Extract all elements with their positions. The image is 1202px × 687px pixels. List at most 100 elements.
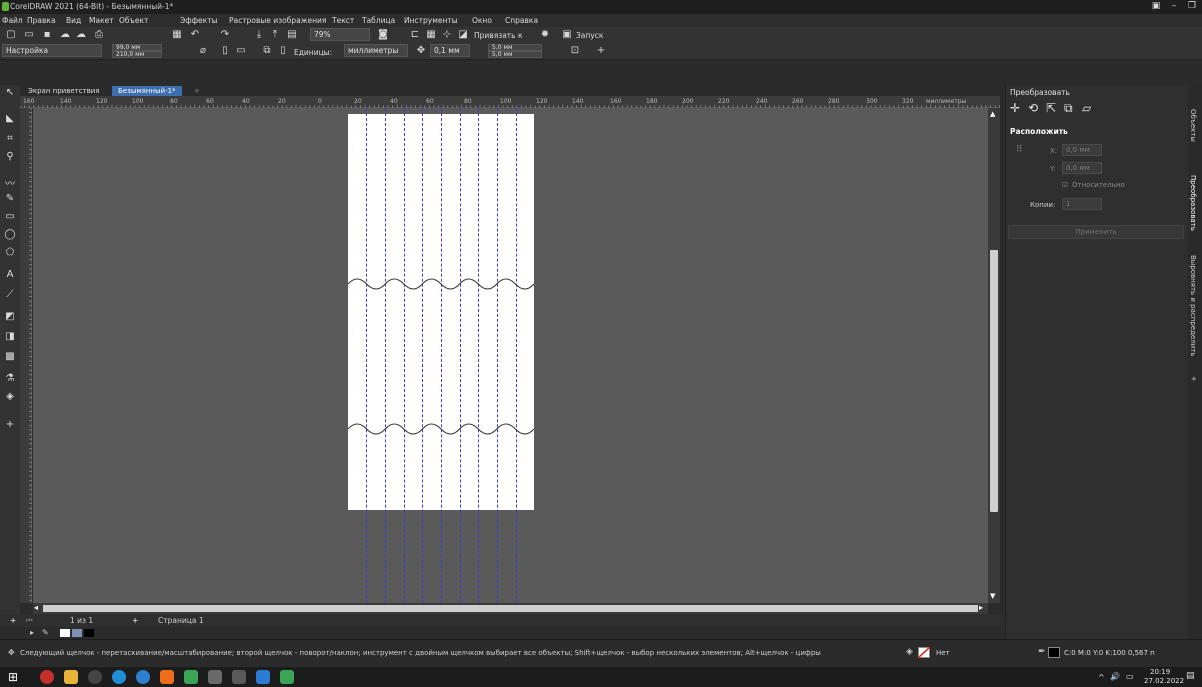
add-page-icon[interactable]: + — [10, 616, 16, 625]
snap-icon[interactable]: ◪ — [456, 28, 470, 42]
horizontal-ruler[interactable]: 160 140 120 100 80 60 40 20 0 20 40 60 8… — [20, 96, 1000, 108]
horizontal-scroll-thumb[interactable] — [43, 605, 978, 612]
nudge-distance-field[interactable]: 0,1 мм — [430, 44, 470, 57]
minimize-icon[interactable]: – — [1166, 1, 1182, 11]
text-tool-icon[interactable]: A — [3, 269, 17, 283]
menu-bitmaps[interactable]: Растровые изображения — [229, 16, 326, 25]
duplicate-y-field[interactable]: 5,0 мм — [488, 51, 542, 58]
full-screen-icon[interactable]: ◙ — [376, 28, 390, 42]
chrome-icon[interactable] — [88, 670, 102, 684]
wavy-line[interactable] — [348, 423, 534, 435]
tab-document[interactable]: Безымянный-1* — [112, 86, 182, 96]
scroll-right-icon[interactable]: ▸ — [979, 603, 983, 612]
cloud-sync-icon[interactable]: ☁ — [74, 28, 88, 42]
menu-effects[interactable]: Эффекты — [180, 16, 218, 25]
wavy-line[interactable] — [348, 278, 534, 290]
start-icon[interactable]: ⊞ — [8, 670, 18, 684]
window-menu-icon[interactable]: ▣ — [1148, 1, 1164, 11]
menu-file[interactable]: Файл — [2, 16, 23, 25]
y-position-field[interactable]: 0,0 мм — [1062, 162, 1102, 174]
tab-welcome[interactable]: Экран приветствия — [22, 86, 106, 96]
page-width-field[interactable]: 99,0 мм — [112, 44, 162, 51]
new-icon[interactable]: ▢ — [4, 28, 18, 42]
cloud-icon[interactable]: ☁ — [58, 28, 72, 42]
skew-icon[interactable]: ▱ — [1082, 101, 1091, 115]
paste-icon[interactable]: ▦ — [170, 28, 184, 42]
edge-icon[interactable] — [112, 670, 126, 684]
pdf-icon[interactable]: ▤ — [285, 28, 299, 42]
clock-date[interactable]: 27.02.2022 — [1144, 677, 1184, 685]
page-size-icon[interactable]: ⌀ — [196, 44, 210, 58]
menu-edit[interactable]: Правка — [27, 16, 56, 25]
size-icon[interactable]: ⧉ — [1064, 101, 1073, 116]
open-icon[interactable]: ▭ — [22, 28, 36, 42]
undo-icon[interactable]: ↶ — [188, 28, 202, 42]
vscode-icon[interactable] — [256, 670, 270, 684]
eyedropper-tool-icon[interactable]: ⚗ — [3, 373, 17, 387]
scroll-left-icon[interactable]: ◂ — [34, 603, 38, 612]
color-swatch[interactable] — [84, 629, 94, 637]
file-explorer-icon[interactable] — [64, 670, 78, 684]
redo-icon[interactable]: ↷ — [218, 28, 232, 42]
scroll-up-icon[interactable]: ▲ — [990, 110, 995, 118]
all-pages-icon[interactable]: ⧉ — [260, 44, 274, 58]
scale-mirror-icon[interactable]: ⇱ — [1046, 101, 1056, 115]
no-fill-swatch[interactable] — [918, 647, 930, 658]
app-icon[interactable] — [232, 670, 246, 684]
menu-text[interactable]: Текст — [332, 16, 354, 25]
zoom-level-box[interactable]: 79% — [310, 28, 370, 41]
rotate-icon[interactable]: ⟲ — [1028, 101, 1038, 115]
scroll-down-icon[interactable]: ▼ — [990, 592, 995, 600]
export-icon[interactable]: ⤒ — [268, 28, 282, 42]
color-swatch[interactable] — [72, 629, 82, 637]
shadow-tool-icon[interactable]: ◩ — [3, 311, 17, 325]
ellipse-tool-icon[interactable]: ◯ — [3, 229, 17, 243]
relative-checkbox[interactable]: ☑ — [1062, 181, 1068, 189]
restore-icon[interactable]: ❐ — [1184, 1, 1200, 11]
shape-tool-icon[interactable]: ◣ — [3, 113, 17, 127]
page-frame-icon[interactable]: ⊡ — [568, 44, 582, 58]
launch-dropdown[interactable]: Запуск — [576, 31, 603, 40]
launch-icon[interactable]: ▣ — [560, 28, 574, 42]
duplicate-x-field[interactable]: 5,0 мм — [488, 44, 542, 51]
drawing-canvas[interactable] — [33, 108, 988, 603]
crop-tool-icon[interactable]: ⌗ — [3, 133, 17, 147]
apply-button[interactable]: Применить — [1008, 225, 1184, 239]
freehand-tool-icon[interactable]: 〰 — [3, 175, 17, 190]
landscape-icon[interactable]: ▭ — [234, 44, 248, 58]
zoom-tool-icon[interactable]: ⚲ — [3, 151, 17, 165]
app-icon[interactable] — [160, 670, 174, 684]
vertical-scrollbar[interactable]: ▲ ▼ — [988, 108, 1000, 603]
menu-layout[interactable]: Макет — [89, 16, 114, 25]
page-height-field[interactable]: 210,0 мм — [112, 51, 162, 58]
side-tab-align[interactable]: Выровнять и распределить — [1189, 255, 1197, 356]
palette-menu-icon[interactable]: ▸ — [30, 628, 34, 637]
anchor-grid-icon[interactable]: ⠿ — [1016, 145, 1023, 155]
polygon-tool-icon[interactable]: ⬠ — [3, 247, 17, 261]
browser-icon[interactable] — [136, 670, 150, 684]
units-select[interactable]: миллиметры — [344, 44, 408, 57]
app-icon[interactable] — [208, 670, 222, 684]
page-tab[interactable]: Страница 1 — [158, 616, 204, 625]
pattern-tool-icon[interactable]: ▩ — [3, 351, 17, 365]
no-color-swatch[interactable] — [60, 629, 70, 637]
add-tool-icon[interactable]: + — [3, 419, 17, 433]
add-icon[interactable]: + — [594, 44, 608, 58]
vertical-ruler[interactable] — [20, 108, 32, 603]
menu-view[interactable]: Вид — [66, 16, 81, 25]
line-tool-icon[interactable]: ⟋ — [3, 289, 17, 303]
coreldraw-active-icon[interactable] — [280, 670, 294, 684]
add-page-after-icon[interactable]: + — [132, 616, 138, 625]
print-icon[interactable]: ⎙ — [92, 28, 106, 42]
current-page-icon[interactable]: ▯ — [276, 44, 290, 58]
guidelines-icon[interactable]: ⊹ — [440, 28, 454, 42]
vertical-scroll-thumb[interactable] — [990, 250, 998, 512]
first-page-icon[interactable]: ⏮ — [26, 616, 33, 626]
menu-tools[interactable]: Инструменты — [404, 16, 458, 25]
portrait-icon[interactable]: ▯ — [218, 44, 232, 58]
save-icon[interactable]: ▪ — [40, 28, 54, 42]
menu-help[interactable]: Справка — [505, 16, 538, 25]
coreldraw-taskbar-icon[interactable] — [184, 670, 198, 684]
import-icon[interactable]: ⤓ — [252, 28, 266, 42]
pick-tool-icon[interactable]: ↖ — [3, 87, 17, 101]
